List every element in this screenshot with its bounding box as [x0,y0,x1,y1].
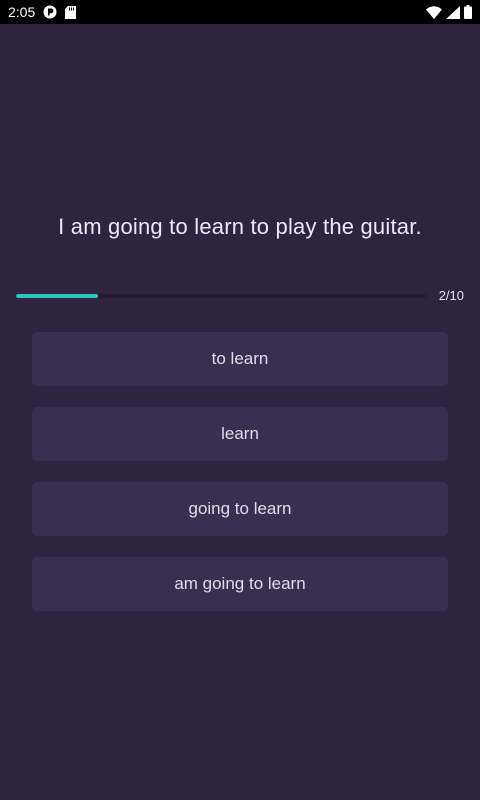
app-notification-icon [43,5,57,19]
status-bar: 2:05 [0,0,480,24]
sd-card-icon [65,5,77,19]
answer-option-going-to-learn[interactable]: going to learn [32,482,448,536]
signal-icon [446,5,460,19]
progress-label: 2/10 [438,288,464,303]
wifi-icon [426,5,442,19]
status-time: 2:05 [8,4,36,20]
answer-options: to learn learn going to learn am going t… [32,332,448,632]
battery-icon [464,5,472,19]
answer-option-to-learn[interactable]: to learn [32,332,448,386]
answer-option-am-going-to-learn[interactable]: am going to learn [32,557,448,611]
quiz-screen: I am going to learn to play the guitar. … [0,24,480,800]
progress-bar [16,294,426,298]
progress-bar-fill [16,294,98,298]
progress-row: 2/10 [16,286,464,306]
question-text: I am going to learn to play the guitar. [58,214,422,239]
answer-option-learn[interactable]: learn [32,407,448,461]
